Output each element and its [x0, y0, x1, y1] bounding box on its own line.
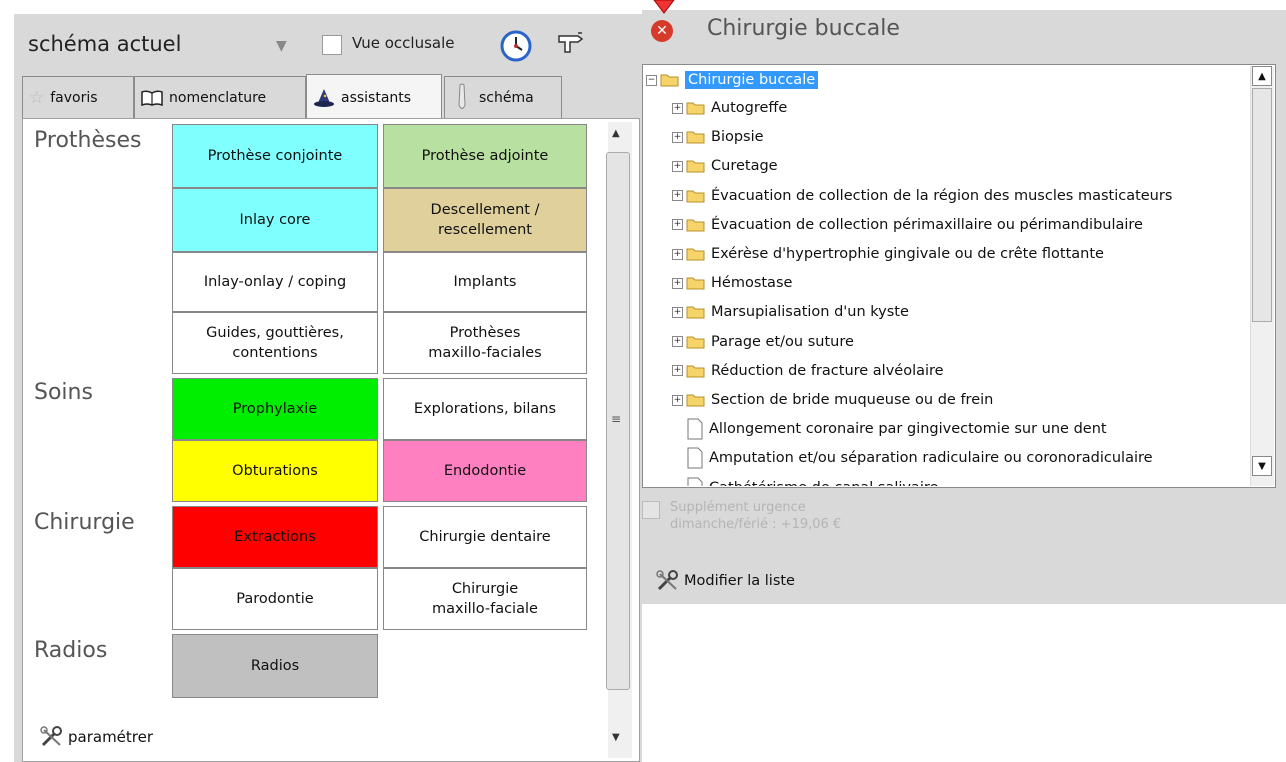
document-icon: [687, 477, 703, 486]
tree-item-label: Allongement coronaire par gingivectomie …: [709, 421, 1107, 438]
section-chirurgie: Chirurgie: [34, 510, 135, 535]
tile-chirurgie-maxillo[interactable]: Chirurgie maxillo-faciale: [383, 568, 587, 630]
expand-icon[interactable]: +: [672, 394, 683, 406]
folder-icon: [686, 190, 705, 203]
scroll-down-icon[interactable]: ▼: [612, 732, 620, 743]
expand-icon[interactable]: +: [672, 102, 683, 114]
tree-item-label: Autogreffe: [711, 100, 788, 116]
tile-chirurgie-dentaire[interactable]: Chirurgie dentaire: [383, 506, 587, 568]
tools-icon: [656, 570, 678, 591]
tree-folder-item[interactable]: + Réduction de fracture alvéolaire: [672, 357, 944, 385]
tree-folder-item[interactable]: + Marsupialisation d'un kyste: [672, 298, 909, 326]
expand-icon[interactable]: +: [672, 306, 683, 318]
tree-item-label: Réduction de fracture alvéolaire: [711, 362, 944, 379]
scroll-up-icon[interactable]: ▲: [1252, 66, 1272, 86]
tree-document-item[interactable]: Amputation et/ou séparation radiculaire …: [686, 444, 1153, 472]
document-icon: [687, 418, 703, 440]
modify-list-button[interactable]: Modifier la liste: [656, 570, 795, 592]
tree-folder-item[interactable]: + Section de bride muqueuse ou de frein: [672, 386, 993, 414]
tree-folder-item[interactable]: + Curetage: [672, 152, 778, 180]
scroll-down-icon[interactable]: ▼: [1252, 456, 1272, 476]
tree-folder-item[interactable]: + Biopsie: [672, 123, 764, 151]
tree-item-label: Cathétérisme de canal salivaire: [709, 480, 938, 486]
section-radios: Radios: [34, 638, 108, 663]
folder-icon: [686, 219, 705, 232]
tree-item-label: Amputation et/ou séparation radiculaire …: [709, 450, 1153, 467]
expand-icon[interactable]: +: [672, 190, 683, 202]
tree-item-label: Hémostase: [711, 275, 793, 292]
tile-radios[interactable]: Radios: [172, 634, 378, 698]
tree-item-label: Section de bride muqueuse ou de frein: [711, 392, 994, 408]
tree-folder-item[interactable]: + Hémostase: [672, 269, 792, 297]
tile-extractions[interactable]: Extractions: [172, 506, 378, 568]
expand-icon[interactable]: +: [672, 277, 683, 289]
tree-scroll-thumb[interactable]: [1252, 88, 1272, 322]
tile-parodontie[interactable]: Parodontie: [172, 568, 378, 630]
folder-icon: [686, 365, 705, 378]
expand-icon[interactable]: +: [672, 131, 683, 143]
urgence-checkbox[interactable]: [642, 501, 660, 519]
tree-item-label: Biopsie: [711, 129, 764, 146]
modify-list-label: Modifier la liste: [684, 573, 795, 589]
document-icon: [687, 447, 703, 469]
tree-folder-item[interactable]: + Évacuation de collection de la région d…: [672, 182, 1172, 210]
settings-label: paramétrer: [68, 728, 154, 746]
folder-icon: [686, 160, 705, 173]
expand-icon[interactable]: +: [672, 365, 683, 377]
folder-icon: [686, 102, 705, 115]
folder-icon: [686, 131, 705, 144]
tree-folder-item[interactable]: + Autogreffe: [672, 94, 787, 122]
settings-button[interactable]: paramétrer: [40, 726, 153, 748]
urgence-label[interactable]: Supplément urgence dimanche/férié : +19,…: [670, 499, 841, 533]
tree-folder-item[interactable]: + Évacuation de collection périmaxillaire…: [672, 211, 1143, 239]
urgence-title: Supplément urgence: [670, 500, 806, 515]
tree-item-label: Exérèse d'hypertrophie gingivale ou de c…: [711, 246, 1104, 262]
expand-icon[interactable]: +: [672, 336, 683, 348]
tree-item-label: Marsupialisation d'un kyste: [711, 304, 909, 321]
folder-icon: [686, 394, 705, 407]
expand-icon[interactable]: +: [672, 160, 683, 172]
tree-folder-item[interactable]: + Parage et/ou suture: [672, 328, 854, 356]
folder-icon: [686, 306, 705, 319]
expand-icon[interactable]: +: [672, 219, 683, 231]
folder-icon: [686, 248, 705, 261]
folder-icon: [686, 277, 705, 290]
tree-folder-item[interactable]: + Exérèse d'hypertrophie gingivale ou de …: [672, 240, 1104, 268]
expand-icon[interactable]: +: [672, 248, 683, 260]
folder-icon: [686, 336, 705, 349]
tools-icon: [40, 726, 62, 747]
urgence-value: dimanche/férié : +19,06 €: [670, 517, 842, 532]
tree-item-label: Évacuation de collection périmaxillaire …: [711, 216, 1143, 233]
tree-item-label: Parage et/ou suture: [711, 333, 854, 350]
tree-document-item[interactable]: Cathétérisme de canal salivaire: [686, 474, 938, 486]
tree-item-label: Curetage: [711, 158, 778, 175]
tree-item-label: Évacuation de collection de la région de…: [711, 187, 1173, 204]
tree-document-item[interactable]: Allongement coronaire par gingivectomie …: [686, 415, 1107, 443]
